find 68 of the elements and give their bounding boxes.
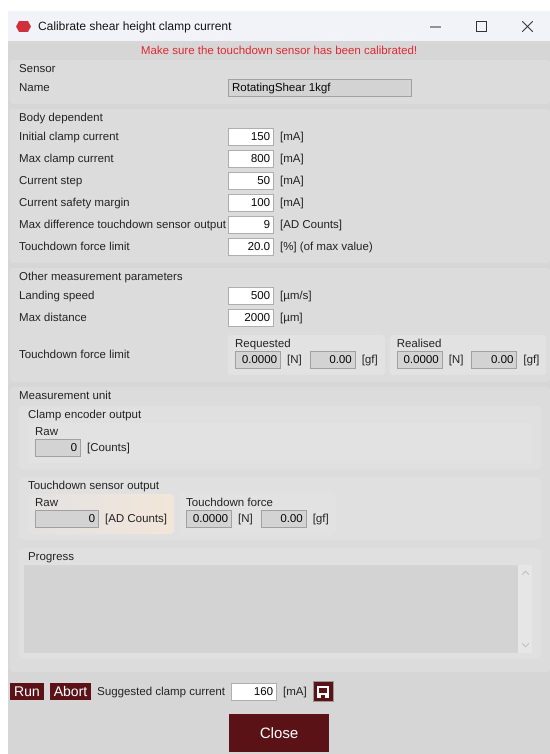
input-field[interactable]: 20.0 xyxy=(228,238,274,256)
field-label: Current step xyxy=(19,175,84,187)
field-label: Suggested clamp current xyxy=(97,686,226,698)
section-title: Other measurement parameters xyxy=(19,270,184,285)
unit-label: [µm] xyxy=(280,312,303,324)
unit-label: [AD Counts] xyxy=(280,219,342,231)
group-title: Requested xyxy=(235,337,292,351)
unit-label: [gf] xyxy=(523,354,540,366)
unit-label: [Counts] xyxy=(87,442,130,454)
field-label: Touchdown force limit xyxy=(19,241,131,253)
window-title: Calibrate shear height clamp current xyxy=(38,19,232,33)
save-button[interactable] xyxy=(312,681,334,702)
input-field[interactable]: 0.0000 xyxy=(235,351,281,369)
input-field[interactable]: 160 xyxy=(231,682,278,700)
field-label: Landing speed xyxy=(19,290,96,302)
group-title: Raw xyxy=(35,496,60,510)
field-label: Max difference touchdown sensor output xyxy=(19,219,227,231)
unit-label: [mA] xyxy=(283,686,307,698)
unit-label: [mA] xyxy=(280,197,304,209)
section-title: Body dependent xyxy=(19,111,104,126)
section-title: Sensor xyxy=(19,62,56,77)
action-button[interactable]: Run xyxy=(10,683,44,700)
close-button[interactable]: Close xyxy=(229,714,329,752)
input-field[interactable]: 0 xyxy=(35,510,99,528)
field-label: Name xyxy=(19,82,51,94)
unit-label: [AD Counts] xyxy=(105,513,167,525)
field-label: Max clamp current xyxy=(19,153,115,165)
unit-label: [gf] xyxy=(362,354,378,366)
input-field[interactable]: 2000 xyxy=(228,309,274,327)
input-field[interactable]: 0 xyxy=(35,439,81,457)
save-icon xyxy=(317,686,330,698)
input-field[interactable]: 0.00 xyxy=(310,351,356,369)
logo-icon xyxy=(16,20,31,32)
field-label: Touchdown force limit xyxy=(19,349,131,361)
unit-label: [N] xyxy=(448,354,464,366)
subsection-title: Clamp encoder output xyxy=(28,408,142,423)
group-title: Realised xyxy=(396,337,442,351)
unit-label: [gf] xyxy=(312,513,329,525)
warning-text: Make sure the touchdown sensor has been calibrated! xyxy=(140,44,418,59)
close-icon[interactable] xyxy=(522,20,532,32)
maximize-icon[interactable] xyxy=(476,20,486,32)
input-field[interactable]: 800 xyxy=(228,150,274,168)
unit-label: [N] xyxy=(238,513,253,525)
input-field[interactable]: 150 xyxy=(228,128,274,146)
input-field[interactable]: 0.0000 xyxy=(186,510,232,528)
input-field[interactable]: 9 xyxy=(228,216,274,234)
input-field[interactable]: 0.00 xyxy=(260,510,307,528)
field-label: Current safety margin xyxy=(19,197,131,209)
group-title: Raw xyxy=(35,425,60,439)
group-title: Touchdown force xyxy=(186,496,274,510)
unit-label: [mA] xyxy=(280,131,304,143)
unit-label: [µm/s] xyxy=(280,290,312,302)
input-field[interactable]: 50 xyxy=(228,172,274,190)
input-field[interactable]: 0.00 xyxy=(471,351,518,369)
input-field[interactable]: 500 xyxy=(228,287,274,305)
input-field[interactable]: 100 xyxy=(228,194,274,212)
unit-label: [mA] xyxy=(280,175,304,187)
input-field[interactable]: RotatingShear 1kgf xyxy=(228,79,412,97)
input-field[interactable]: 0.0000 xyxy=(396,351,443,369)
unit-label: [N] xyxy=(287,354,302,366)
action-button[interactable]: Abort xyxy=(50,683,92,700)
unit-label: [mA] xyxy=(280,153,304,165)
field-label: Max distance xyxy=(19,312,88,324)
unit-label: [%] (of max value) xyxy=(280,241,373,253)
section-title: Measurement unit xyxy=(19,389,112,404)
field-label: Initial clamp current xyxy=(19,131,120,143)
subsection-title: Touchdown sensor output xyxy=(28,479,160,494)
subsection-title: Progress xyxy=(28,550,76,565)
